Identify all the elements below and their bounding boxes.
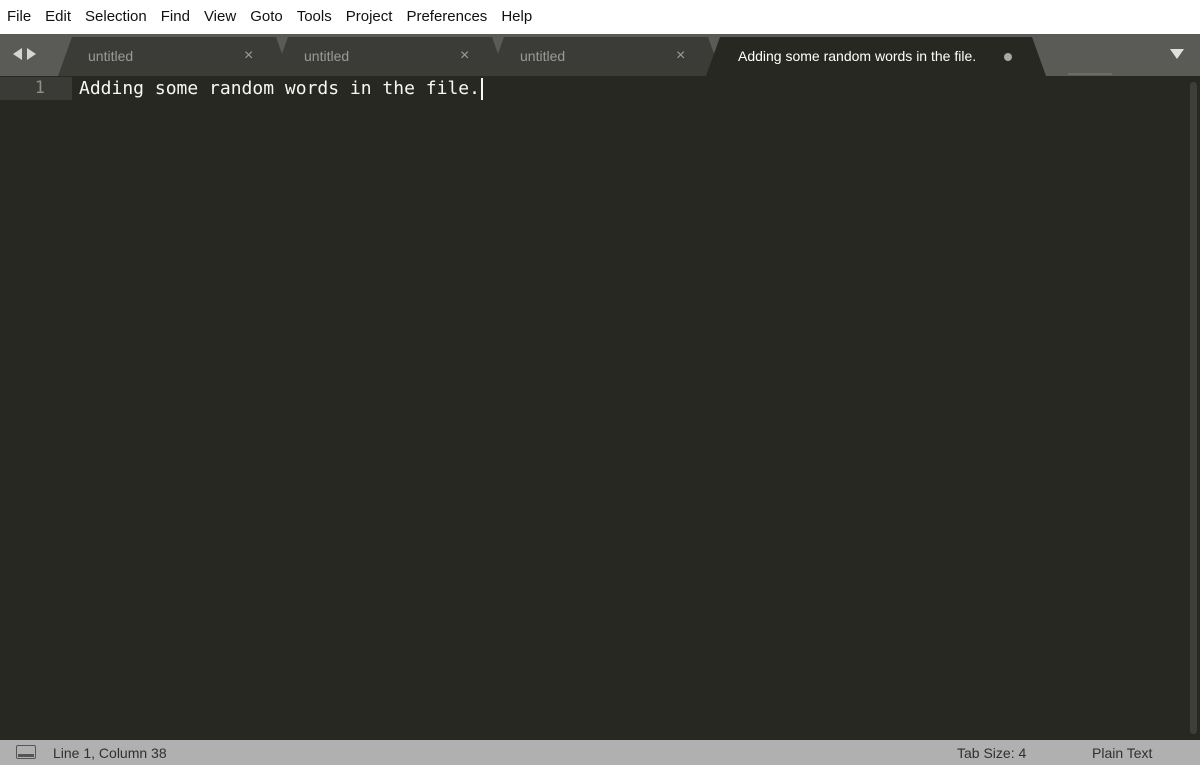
code-line[interactable]: Adding some random words in the file. — [79, 77, 483, 100]
editor-area[interactable]: 1 Adding some random words in the file. — [0, 76, 1200, 740]
menu-view[interactable]: View — [197, 0, 243, 34]
syntax-selector[interactable]: Plain Text — [1092, 745, 1152, 761]
tab-label: untitled — [304, 48, 350, 64]
cursor-position: Line 1, Column 38 — [53, 745, 167, 761]
menu-find[interactable]: Find — [154, 0, 197, 34]
tab-untitled-3[interactable]: untitled × — [490, 37, 722, 76]
menu-project[interactable]: Project — [339, 0, 400, 34]
minimap-indicator — [1068, 73, 1112, 75]
menu-preferences[interactable]: Preferences — [399, 0, 494, 34]
dot-icon[interactable] — [1004, 53, 1012, 61]
panel-icon[interactable] — [16, 745, 36, 759]
line-number: 1 — [34, 78, 45, 98]
tab-navigation — [13, 44, 36, 64]
vertical-scrollbar[interactable] — [1188, 76, 1200, 740]
close-icon[interactable]: × — [676, 47, 685, 65]
tab-bar: untitled × untitled × untitled × Adding … — [0, 34, 1200, 76]
scrollbar-thumb[interactable] — [1190, 82, 1197, 734]
menu-help[interactable]: Help — [494, 0, 539, 34]
menu-bar: File Edit Selection Find View Goto Tools… — [0, 0, 1200, 34]
tab-active-file[interactable]: Adding some random words in the file. — [706, 37, 1046, 76]
tab-label: untitled — [520, 48, 566, 64]
chevron-down-icon[interactable] — [1170, 49, 1184, 59]
line-number-gutter: 1 — [0, 76, 72, 740]
status-bar: Line 1, Column 38 Tab Size: 4 Plain Text — [0, 740, 1200, 765]
menu-goto[interactable]: Goto — [243, 0, 290, 34]
tab-label: untitled — [88, 48, 134, 64]
current-line-highlight: 1 — [0, 77, 72, 100]
tab-size-selector[interactable]: Tab Size: 4 — [957, 745, 1026, 761]
sublime-window: File Edit Selection Find View Goto Tools… — [0, 0, 1200, 765]
menu-selection[interactable]: Selection — [78, 0, 154, 34]
tab-label: Adding some random words in the file. — [738, 48, 977, 64]
menu-file[interactable]: File — [0, 0, 38, 34]
close-icon[interactable]: × — [460, 47, 469, 65]
code-line-text: Adding some random words in the file. — [79, 78, 480, 99]
triangle-left-icon[interactable] — [13, 48, 22, 60]
text-cursor — [480, 77, 483, 100]
tab-untitled-2[interactable]: untitled × — [274, 37, 506, 76]
triangle-right-icon[interactable] — [27, 48, 36, 60]
menu-edit[interactable]: Edit — [38, 0, 78, 34]
tab-untitled-1[interactable]: untitled × — [58, 37, 290, 76]
menu-tools[interactable]: Tools — [290, 0, 339, 34]
close-icon[interactable]: × — [244, 47, 253, 65]
